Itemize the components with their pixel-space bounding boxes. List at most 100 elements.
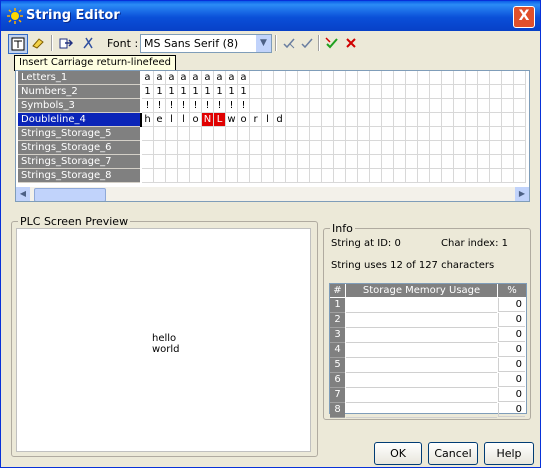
char-cell[interactable] <box>334 71 346 85</box>
char-cell[interactable]: ! <box>226 99 238 113</box>
char-cell[interactable] <box>286 169 298 183</box>
char-cell[interactable] <box>322 99 334 113</box>
title-bar[interactable]: String Editor X <box>1 1 540 31</box>
char-cell[interactable] <box>418 71 430 85</box>
char-cell[interactable]: l <box>166 113 178 127</box>
char-cell[interactable] <box>418 141 430 155</box>
char-cell[interactable] <box>274 71 286 85</box>
char-cell[interactable] <box>214 155 226 169</box>
char-cell[interactable] <box>382 71 394 85</box>
string-row[interactable]: Numbers_2 1 1 1 1 1 1 1 1 1 <box>16 85 529 99</box>
char-cell[interactable] <box>286 71 298 85</box>
char-cell[interactable] <box>442 141 454 155</box>
char-cell[interactable] <box>322 155 334 169</box>
char-cell[interactable]: a <box>166 71 178 85</box>
char-cell[interactable] <box>310 71 322 85</box>
char-cell[interactable] <box>382 169 394 183</box>
remove-check-button[interactable] <box>280 34 298 52</box>
char-cell[interactable]: w <box>226 113 238 127</box>
char-cell[interactable] <box>358 127 370 141</box>
char-cell[interactable] <box>514 71 526 85</box>
char-cell[interactable] <box>454 85 466 99</box>
char-cell[interactable] <box>262 141 274 155</box>
char-cell[interactable] <box>334 127 346 141</box>
char-cell[interactable] <box>466 155 478 169</box>
char-cell[interactable] <box>286 113 298 127</box>
char-cell[interactable] <box>154 141 166 155</box>
char-cell[interactable] <box>250 141 262 155</box>
char-cell[interactable] <box>406 141 418 155</box>
char-cell[interactable] <box>382 99 394 113</box>
char-cell[interactable] <box>490 141 502 155</box>
string-row-label[interactable]: Strings_Storage_6 <box>18 141 140 155</box>
char-cell[interactable] <box>154 155 166 169</box>
char-cell[interactable] <box>274 169 286 183</box>
char-cell[interactable] <box>298 169 310 183</box>
char-cell[interactable]: ! <box>154 99 166 113</box>
char-cell[interactable]: o <box>238 113 250 127</box>
string-grid[interactable]: Letters_1 a a a a a a a a a Numbers_2 1 1 1 1 1 1 1 1 1 Symb… <box>15 70 530 202</box>
char-cell[interactable] <box>142 169 154 183</box>
char-cell[interactable] <box>466 71 478 85</box>
char-cell[interactable] <box>514 113 526 127</box>
char-cell[interactable] <box>454 169 466 183</box>
char-cell[interactable] <box>502 113 514 127</box>
char-cell[interactable] <box>190 127 202 141</box>
char-cell[interactable] <box>166 127 178 141</box>
char-cell[interactable] <box>490 127 502 141</box>
char-cell[interactable] <box>346 141 358 155</box>
char-cell[interactable] <box>334 85 346 99</box>
char-cell[interactable]: h <box>142 113 154 127</box>
string-row-label[interactable]: Letters_1 <box>18 71 140 85</box>
char-cell[interactable] <box>286 85 298 99</box>
char-cell[interactable] <box>514 127 526 141</box>
char-cell[interactable] <box>514 169 526 183</box>
char-cell[interactable]: ! <box>142 99 154 113</box>
char-cell[interactable] <box>274 99 286 113</box>
char-cell[interactable] <box>406 71 418 85</box>
string-row[interactable]: Strings_Storage_5 <box>16 127 529 141</box>
char-cell[interactable] <box>298 127 310 141</box>
char-cell[interactable] <box>346 85 358 99</box>
char-cell[interactable] <box>310 113 322 127</box>
char-cell[interactable] <box>250 71 262 85</box>
check-button[interactable] <box>298 34 316 52</box>
char-cell[interactable]: 1 <box>202 85 214 99</box>
char-cell[interactable] <box>238 169 250 183</box>
char-cell[interactable] <box>250 99 262 113</box>
char-cell[interactable]: a <box>190 71 202 85</box>
char-cell[interactable] <box>238 155 250 169</box>
char-cell[interactable] <box>310 155 322 169</box>
char-cell[interactable] <box>418 127 430 141</box>
char-cell[interactable] <box>298 85 310 99</box>
char-cell[interactable] <box>430 71 442 85</box>
string-row-label[interactable]: Strings_Storage_5 <box>18 127 140 141</box>
string-row-label[interactable]: Strings_Storage_8 <box>18 169 140 183</box>
char-cell[interactable] <box>358 155 370 169</box>
char-cell[interactable] <box>490 85 502 99</box>
char-cell[interactable]: d <box>274 113 286 127</box>
char-cell[interactable] <box>190 155 202 169</box>
char-cell[interactable]: N <box>202 113 214 127</box>
char-cell[interactable]: ! <box>202 99 214 113</box>
char-cell[interactable] <box>322 113 334 127</box>
string-row-label[interactable]: Strings_Storage_7 <box>18 155 140 169</box>
char-cell[interactable]: 1 <box>154 85 166 99</box>
char-cell[interactable] <box>478 127 490 141</box>
char-cell[interactable]: a <box>238 71 250 85</box>
char-cell[interactable] <box>322 85 334 99</box>
char-cell[interactable] <box>214 169 226 183</box>
char-cell[interactable] <box>334 169 346 183</box>
char-cell[interactable]: 1 <box>142 85 154 99</box>
char-cell[interactable] <box>466 113 478 127</box>
char-cell[interactable]: a <box>142 71 154 85</box>
char-cell[interactable] <box>478 141 490 155</box>
char-cell[interactable] <box>418 155 430 169</box>
char-cell[interactable] <box>334 155 346 169</box>
char-cell[interactable] <box>322 127 334 141</box>
string-row[interactable]: Doubleline_4 h e l l o N Lw o r l d <box>16 113 529 127</box>
char-cell[interactable] <box>442 127 454 141</box>
char-cell[interactable] <box>142 141 154 155</box>
char-cell[interactable] <box>142 155 154 169</box>
char-cell[interactable] <box>370 113 382 127</box>
